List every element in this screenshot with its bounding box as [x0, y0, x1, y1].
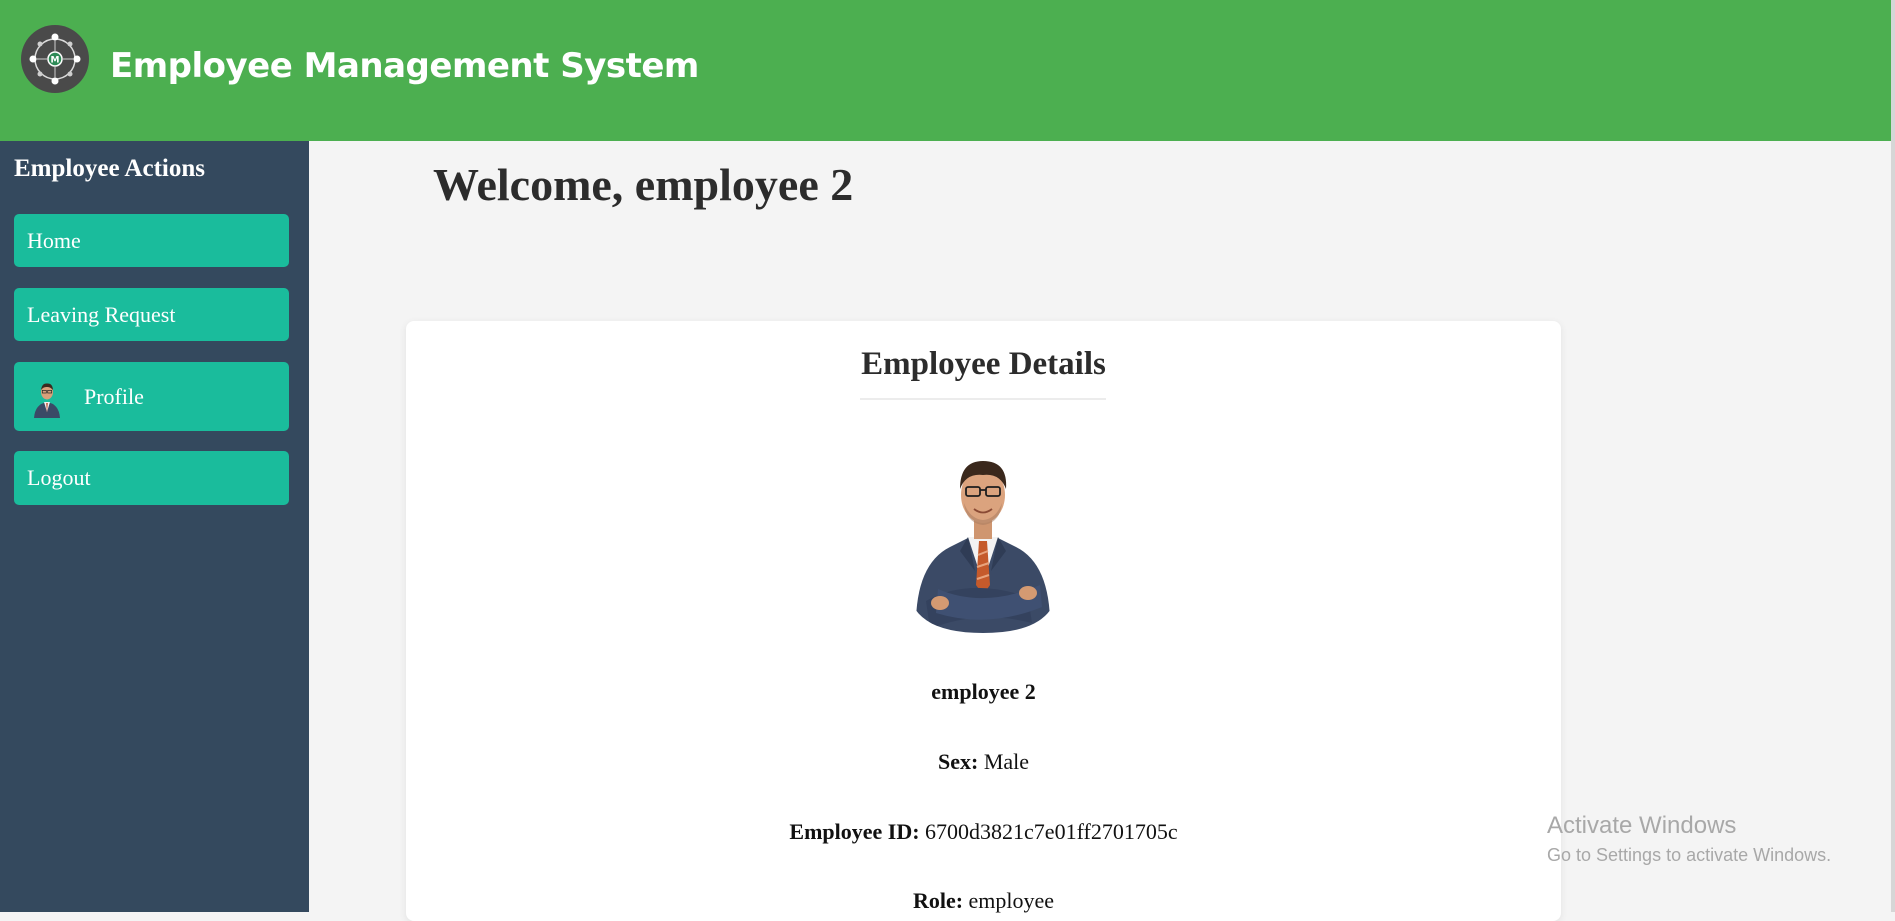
employee-id-value: 6700d3821c7e01ff2701705c: [925, 819, 1178, 844]
svg-text:M: M: [51, 56, 60, 66]
profile-button-label: Profile: [84, 383, 144, 409]
activate-windows-title: Activate Windows: [1547, 812, 1737, 839]
profile-avatar-icon: [31, 375, 63, 418]
employee-id-row: Employee ID: 6700d3821c7e01ff2701705c: [406, 819, 1561, 845]
app-title: Employee Management System: [110, 46, 699, 86]
employee-photo: [908, 433, 1058, 633]
activate-windows-watermark: Activate Windows Go to Settings to activ…: [1547, 812, 1831, 866]
card-title: Employee Details: [861, 346, 1106, 382]
employee-id-label: Employee ID:: [789, 819, 920, 844]
home-button[interactable]: Home: [14, 214, 289, 267]
sex-label: Sex:: [937, 749, 979, 774]
leaving-request-button-label: Leaving Request: [27, 301, 176, 327]
role-row: Role: employee: [406, 888, 1561, 914]
title-divider: [860, 398, 1106, 400]
logout-button-label: Logout: [27, 465, 91, 490]
welcome-heading: Welcome, employee 2: [433, 159, 854, 210]
profile-button[interactable]: Profile: [14, 362, 289, 431]
window-scrollbar[interactable]: [1891, 0, 1895, 912]
header-bar: M Employee Management System: [0, 0, 1891, 141]
logout-button[interactable]: Logout: [14, 451, 289, 505]
sex-value: Male: [983, 749, 1030, 774]
leaving-request-button[interactable]: Leaving Request: [14, 288, 289, 341]
role-label: Role:: [912, 888, 964, 913]
sidebar: Employee Actions Home Leaving Request Pr…: [0, 141, 309, 912]
employee-name: employee 2: [931, 679, 1036, 704]
home-button-label: Home: [27, 227, 81, 253]
role-value: employee: [968, 888, 1055, 913]
system-logo-icon: M: [21, 25, 89, 93]
sex-row: Sex: Male: [406, 749, 1561, 775]
activate-windows-subtitle: Go to Settings to activate Windows.: [1547, 845, 1832, 865]
employee-details-card: Employee Details employee 2 Sex: Male Em…: [406, 321, 1561, 921]
sidebar-title: Employee Actions: [14, 155, 205, 182]
